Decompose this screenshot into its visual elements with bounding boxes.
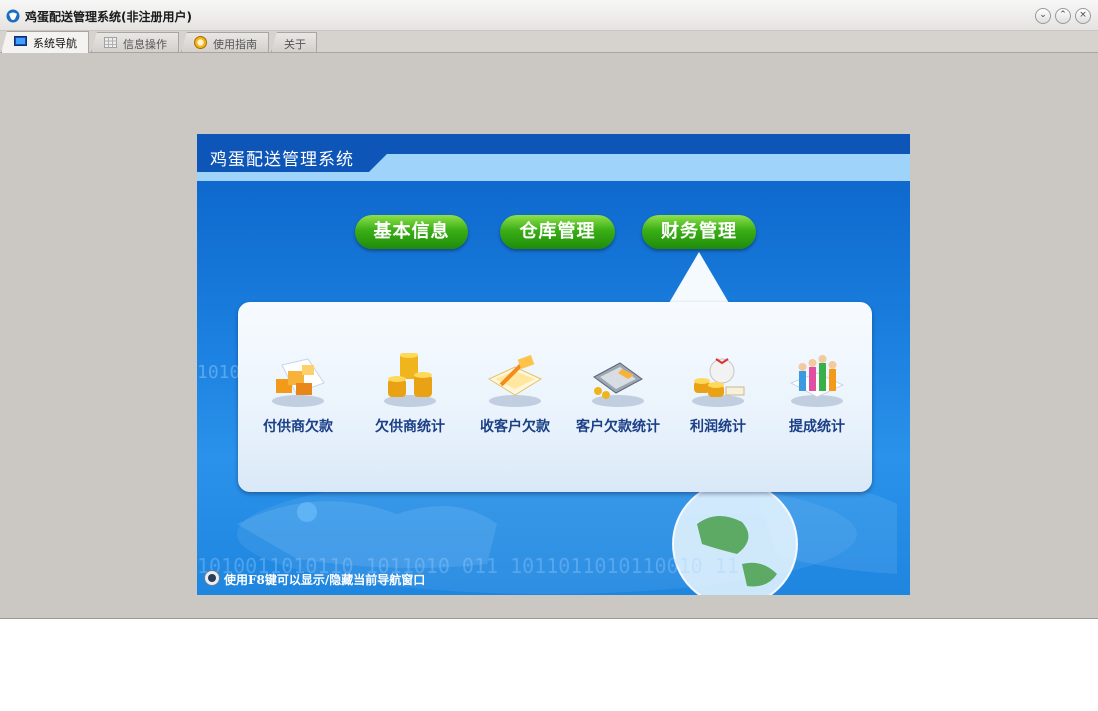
menu-pointer — [669, 252, 729, 303]
item-label: 提成统计 — [789, 419, 845, 435]
people-chart-icon — [789, 355, 845, 407]
boxes-icon — [272, 358, 325, 407]
grid-icon — [104, 37, 117, 48]
system-title: 鸡蛋配送管理系统 — [210, 150, 354, 170]
pay-supplier-debt-item[interactable]: 付供商欠款 — [252, 353, 344, 443]
help-icon — [194, 36, 207, 49]
tab-user-guide[interactable]: 使用指南 — [181, 32, 269, 52]
tab-about[interactable]: 关于 — [271, 32, 317, 52]
close-button[interactable]: × — [1075, 8, 1091, 24]
item-label: 客户欠款统计 — [576, 419, 660, 435]
info-bullet-icon — [204, 570, 220, 586]
item-label: 欠供商统计 — [375, 419, 445, 435]
item-label: 利润统计 — [690, 419, 746, 435]
maximize-button[interactable]: ⌃ — [1055, 8, 1071, 24]
tab-label: 使用指南 — [213, 38, 257, 51]
minimize-button[interactable]: ⌄ — [1035, 8, 1051, 24]
side-binary-decoration: 1010 — [197, 362, 241, 383]
chevron-down-icon: ⌄ — [1039, 10, 1047, 20]
finance-management-button[interactable]: 财务管理 — [642, 215, 756, 249]
tab-label: 系统导航 — [33, 37, 77, 50]
documents-pen-icon — [487, 354, 543, 407]
customer-debt-statistics-item[interactable]: 客户欠款统计 — [572, 353, 664, 443]
main-window: 鸡蛋配送管理系统(非注册用户) ⌄ ⌃ × 系统导航 信息操作 使用指南 关于 … — [0, 0, 1098, 619]
app-logo-icon — [6, 9, 20, 23]
chevron-up-icon: ⌃ — [1059, 10, 1067, 20]
item-label: 收客户欠款 — [480, 419, 550, 435]
window-title: 鸡蛋配送管理系统(非注册用户) — [25, 10, 192, 24]
navigation-panel: 鸡蛋配送管理系统 1010011010110 1011010 011 10110… — [197, 134, 910, 595]
title-bar: 鸡蛋配送管理系统(非注册用户) ⌄ ⌃ × — [0, 0, 1098, 31]
collect-customer-debt-item[interactable]: 收客户欠款 — [469, 353, 561, 443]
profit-statistics-item[interactable]: 利润统计 — [672, 353, 764, 443]
tab-bar: 系统导航 信息操作 使用指南 关于 — [0, 31, 1098, 53]
warehouse-management-button[interactable]: 仓库管理 — [500, 215, 615, 249]
basic-info-button[interactable]: 基本信息 — [355, 215, 468, 249]
monitor-icon — [14, 36, 27, 46]
calculator-icon — [592, 362, 644, 407]
supplier-debt-statistics-item[interactable]: 欠供商统计 — [364, 353, 456, 443]
close-icon: × — [1079, 10, 1087, 20]
tab-label: 关于 — [284, 38, 306, 51]
tab-system-navigation[interactable]: 系统导航 — [1, 31, 89, 53]
item-label: 付供商欠款 — [263, 419, 333, 435]
tab-info-operations[interactable]: 信息操作 — [91, 32, 179, 52]
money-bag-icon — [692, 358, 745, 407]
coins-stack-icon — [384, 353, 436, 407]
f8-toggle-hint: 使用F8键可以显示/隐藏当前导航窗口 — [224, 573, 426, 587]
commission-statistics-item[interactable]: 提成统计 — [771, 353, 863, 443]
tab-label: 信息操作 — [123, 38, 167, 51]
